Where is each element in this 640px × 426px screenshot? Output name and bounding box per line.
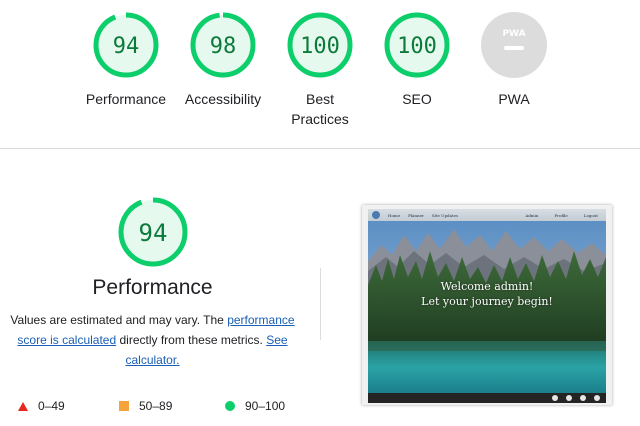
gauge-label: Accessibility (184, 91, 262, 107)
desc-text: directly from these metrics. (119, 333, 263, 347)
hero-line-1: Welcome admin! (440, 280, 534, 293)
score-ring: 98 (190, 12, 256, 78)
gauge-label: Best Practices (291, 91, 349, 127)
legend-average: 50–89 (119, 399, 172, 413)
screenshot-page: Home Planner Site Updates Admin Profile … (368, 209, 606, 403)
pwa-badge-text: PWA (502, 29, 525, 39)
gauge-seo[interactable]: 100 SEO (367, 12, 467, 109)
score-ring: 100 (384, 12, 450, 78)
nav-logout: Logout (583, 212, 598, 218)
nav-home: Home (388, 212, 401, 218)
gauge-score: 100 (397, 34, 437, 59)
github-icon (594, 395, 600, 401)
site-logo-icon (372, 211, 380, 219)
desc-text: Values are estimated and may vary. The (10, 313, 224, 327)
nav-planner: Planner (408, 212, 424, 218)
performance-summary: 94 Performance Values are estimated and … (0, 196, 305, 370)
final-screenshot[interactable]: Home Planner Site Updates Admin Profile … (362, 205, 612, 405)
gauge-score: 94 (113, 34, 140, 59)
orange-square-icon (119, 401, 129, 411)
nav-site-updates: Site Updates (431, 212, 459, 218)
nav-profile: Profile (554, 212, 568, 218)
legend-range: 50–89 (139, 399, 173, 413)
facebook-icon (552, 395, 558, 401)
performance-description: Values are estimated and may vary. The p… (8, 310, 297, 370)
legend-range: 0–49 (38, 399, 65, 413)
performance-score: 94 (138, 219, 167, 247)
gauge-score: 100 (300, 34, 340, 59)
legend-pass: 90–100 (225, 399, 285, 413)
performance-title: Performance (92, 276, 213, 299)
gauge-score: 98 (210, 34, 237, 59)
vertical-divider (320, 268, 321, 340)
hero-welcome-text: Welcome admin! Let your journey begin! (368, 279, 606, 309)
legend-fail: 0–49 (18, 399, 65, 413)
site-nav: Home Planner Site Updates Admin Profile … (368, 209, 606, 221)
instagram-icon (566, 395, 572, 401)
section-divider (0, 148, 640, 149)
site-footer (368, 393, 606, 403)
gauge-best-practices[interactable]: 100 Best Practices (270, 12, 370, 129)
twitter-icon (580, 395, 586, 401)
green-circle-icon (225, 401, 235, 411)
nav-admin: Admin (525, 212, 539, 218)
gauge-accessibility[interactable]: 98 Accessibility (173, 12, 273, 109)
legend-range: 90–100 (245, 399, 286, 413)
gauge-performance[interactable]: 94 Performance (76, 12, 176, 109)
gauge-pwa[interactable]: PWA PWA (464, 12, 564, 109)
gauge-label: SEO (402, 91, 432, 107)
score-ring: 94 (93, 12, 159, 78)
hero-line-2: Let your journey begin! (421, 295, 553, 308)
score-ring: 100 (287, 12, 353, 78)
category-gauges: 94 Performance 98 Accessibility 100 Best… (0, 0, 640, 148)
performance-score-ring: 94 (118, 197, 187, 267)
gauge-label: Performance (85, 91, 167, 107)
red-triangle-icon (18, 401, 28, 411)
gauge-label: PWA (498, 91, 530, 107)
pwa-badge-icon: PWA (481, 12, 547, 78)
